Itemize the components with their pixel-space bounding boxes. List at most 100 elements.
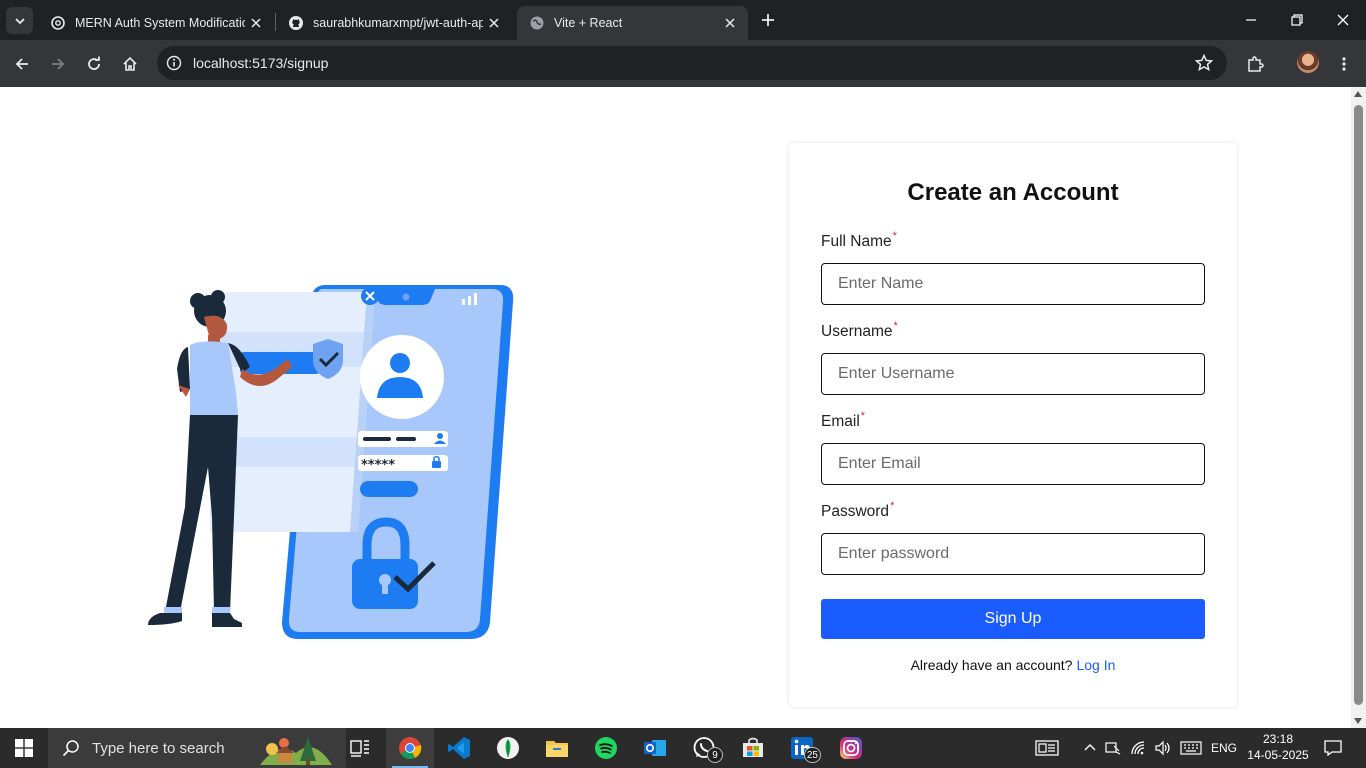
taskbar-microsoft-store[interactable] [729, 728, 777, 768]
wifi-icon [1131, 741, 1145, 755]
site-info-icon[interactable] [166, 55, 182, 71]
tab-title: saurabhkumarxmpt/jwt-auth-ap [313, 16, 483, 30]
log-in-link[interactable]: Log In [1076, 657, 1115, 673]
tab-vite-react[interactable]: Vite + React [517, 6, 748, 40]
taskbar-vscode[interactable] [435, 728, 483, 768]
globe-icon [529, 15, 545, 31]
address-bar[interactable]: localhost:5173/signup [157, 46, 1227, 80]
password-label: Password* [821, 500, 895, 521]
home-button[interactable] [118, 52, 142, 76]
news-widget-button[interactable] [1030, 728, 1064, 768]
mongodb-icon [497, 737, 519, 759]
arrow-left-icon [15, 58, 28, 70]
tray-keyboard[interactable] [1178, 728, 1204, 768]
close-icon[interactable] [722, 15, 738, 31]
forward-button[interactable] [46, 52, 70, 76]
sign-up-button[interactable]: Sign Up [821, 599, 1205, 639]
taskbar-file-explorer[interactable] [533, 728, 581, 768]
extensions-button[interactable] [1243, 52, 1267, 76]
windows-logo-icon [15, 739, 33, 757]
notification-badge: 25 [803, 747, 821, 763]
email-label: Email* [821, 410, 866, 431]
browser-menu-button[interactable] [1332, 52, 1356, 76]
tab-search-button[interactable] [6, 7, 33, 34]
profile-avatar[interactable] [1297, 51, 1319, 73]
chevron-down-icon [14, 17, 25, 24]
input-indicator-icon [1105, 742, 1121, 755]
full-name-input[interactable] [821, 263, 1205, 305]
puzzle-icon [1248, 56, 1264, 72]
full-name-label: Full Name* [821, 230, 897, 251]
outlook-icon [644, 740, 666, 756]
restore-button[interactable] [1274, 0, 1320, 40]
taskbar-instagram[interactable] [827, 728, 875, 768]
browser-tab-bar: MERN Auth System Modification saurabhkum… [0, 0, 1366, 40]
tray-volume[interactable] [1152, 728, 1174, 768]
notification-badge: 9 [707, 747, 723, 763]
show-hidden-icons-button[interactable] [1080, 728, 1100, 768]
bookmark-star-icon[interactable] [1195, 54, 1213, 72]
folder-icon [546, 741, 568, 757]
start-button[interactable] [0, 728, 48, 768]
taskbar-chrome[interactable] [386, 728, 434, 768]
scrollbar-thumb[interactable] [1354, 105, 1363, 705]
minimize-button[interactable] [1228, 0, 1274, 40]
openai-icon [50, 15, 66, 31]
minimize-icon [1246, 19, 1256, 21]
username-input[interactable] [821, 353, 1205, 395]
plus-icon [762, 14, 774, 26]
close-icon[interactable] [248, 15, 264, 31]
scroll-up-icon[interactable] [1354, 91, 1362, 97]
required-mark: * [890, 500, 895, 512]
login-prompt-text: Already have an account? [910, 657, 1073, 673]
close-icon[interactable] [486, 15, 502, 31]
tab-github[interactable]: saurabhkumarxmpt/jwt-auth-ap [276, 6, 512, 40]
chevron-up-icon [1084, 744, 1096, 751]
news-icon [1035, 740, 1059, 756]
task-view-button[interactable] [336, 728, 384, 768]
taskbar-clock[interactable]: 23:18 14-05-2025 [1246, 731, 1310, 763]
required-mark: * [860, 410, 866, 422]
arrow-right-icon [52, 58, 65, 70]
new-tab-button[interactable] [758, 10, 778, 30]
password-mask-text: ***** [361, 458, 395, 473]
profile-circle-illustration [360, 335, 444, 419]
email-input[interactable] [821, 443, 1205, 485]
notification-center-button[interactable] [1318, 728, 1348, 768]
taskbar-mongodb-compass[interactable] [484, 728, 532, 768]
taskbar-outlook[interactable] [631, 728, 679, 768]
page-content: ***** Create an Account Full Name* Enter… [0, 87, 1351, 728]
restore-icon [1291, 14, 1303, 26]
windows-taskbar: Type here to search 9 25 ENG 23:18 14-05… [0, 728, 1366, 768]
tab-mern-auth[interactable]: MERN Auth System Modification [38, 6, 274, 40]
tab-title: MERN Auth System Modification [75, 16, 245, 30]
search-highlight-art [260, 737, 332, 765]
taskbar-whatsapp[interactable]: 9 [680, 728, 728, 768]
search-icon [62, 740, 79, 757]
scroll-down-icon[interactable] [1354, 718, 1362, 724]
chrome-icon [399, 737, 422, 759]
taskbar-linkedin[interactable]: 25 [778, 728, 826, 768]
store-icon [743, 737, 763, 757]
search-placeholder: Type here to search [92, 739, 225, 757]
password-input[interactable] [821, 533, 1205, 575]
vscode-icon [448, 737, 470, 759]
taskbar-spotify[interactable] [582, 728, 630, 768]
task-view-icon [350, 740, 369, 757]
close-icon [1337, 14, 1349, 26]
more-vertical-icon [1342, 57, 1346, 71]
clock-date: 14-05-2025 [1247, 748, 1309, 762]
page-scrollbar[interactable] [1351, 87, 1366, 728]
tab-title: Vite + React [554, 16, 623, 30]
github-icon [288, 15, 304, 31]
url-text[interactable]: localhost:5173/signup [193, 55, 328, 71]
close-window-button[interactable] [1320, 0, 1366, 40]
field-label-text: Full Name [821, 233, 892, 250]
taskbar-search[interactable]: Type here to search [48, 728, 346, 768]
reload-button[interactable] [82, 52, 106, 76]
login-prompt: Already have an account? Log In [789, 657, 1237, 673]
tray-network[interactable] [1128, 728, 1150, 768]
tray-input-indicator[interactable] [1102, 728, 1124, 768]
tray-language[interactable]: ENG [1208, 728, 1240, 768]
back-button[interactable] [10, 52, 34, 76]
